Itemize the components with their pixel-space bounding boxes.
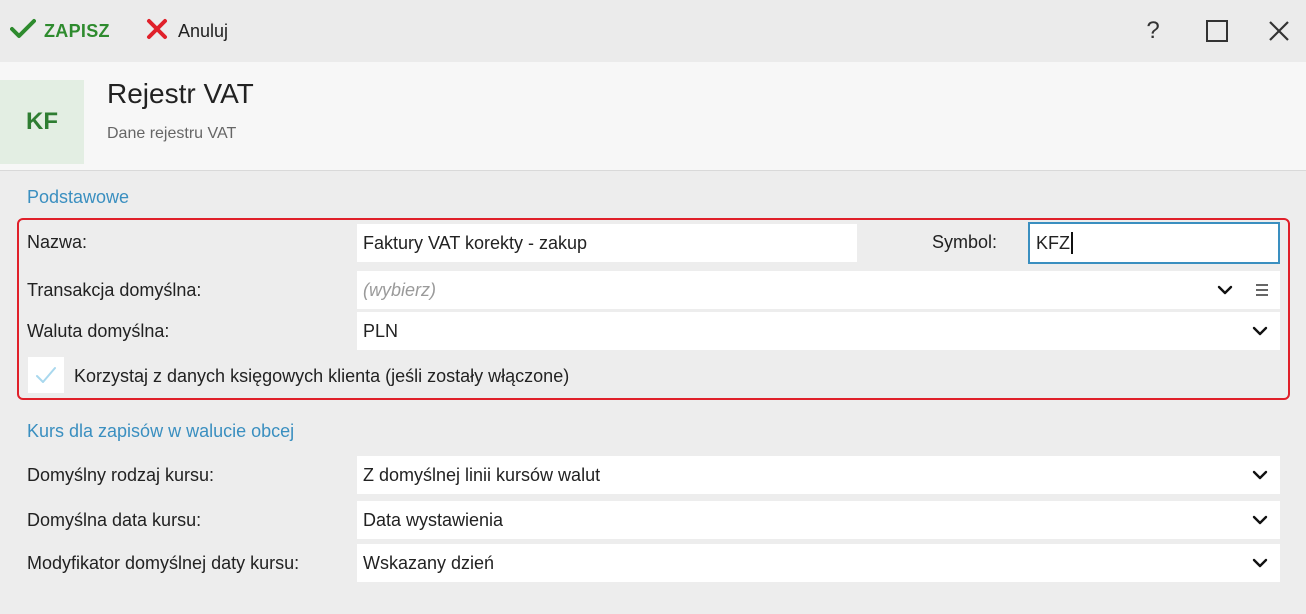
rate-type-label: Domyślny rodzaj kursu: bbox=[27, 465, 215, 485]
save-button-label: ZAPISZ bbox=[44, 20, 110, 41]
chevron-down-icon[interactable] bbox=[1250, 510, 1270, 530]
chevron-down-icon[interactable] bbox=[1250, 321, 1270, 341]
chevron-down-icon[interactable] bbox=[1250, 553, 1270, 573]
name-label: Nazwa: bbox=[27, 232, 88, 252]
chevron-down-icon[interactable] bbox=[1215, 280, 1235, 300]
checkmark-icon bbox=[36, 367, 56, 383]
close-x-icon bbox=[146, 18, 168, 45]
close-window-button[interactable] bbox=[1262, 14, 1296, 48]
currency-value: PLN bbox=[363, 320, 399, 341]
help-icon: ? bbox=[1146, 17, 1160, 44]
page-subtitle: Dane rejestru VAT bbox=[107, 125, 237, 142]
maximize-icon bbox=[1206, 20, 1228, 42]
transaction-select[interactable]: (wybierz) bbox=[357, 271, 1280, 309]
rate-date-select[interactable]: Data wystawienia bbox=[357, 501, 1280, 539]
symbol-value: KFZ bbox=[1036, 232, 1070, 253]
symbol-input[interactable]: KFZ bbox=[1028, 222, 1280, 264]
symbol-label: Symbol: bbox=[932, 232, 998, 252]
accounting-data-checkbox[interactable] bbox=[28, 357, 64, 393]
currency-label: Waluta domyślna: bbox=[27, 321, 170, 341]
rate-modifier-label: Modyfikator domyślnej daty kursu: bbox=[27, 553, 300, 573]
rate-date-value: Data wystawienia bbox=[363, 509, 504, 530]
close-icon bbox=[1269, 21, 1289, 41]
rate-modifier-select[interactable]: Wskazany dzień bbox=[357, 544, 1280, 582]
rate-type-value: Z domyślnej linii kursów walut bbox=[363, 464, 601, 485]
page-title: Rejestr VAT bbox=[107, 78, 254, 109]
cancel-button-label: Anuluj bbox=[178, 20, 229, 41]
rate-modifier-value: Wskazany dzień bbox=[363, 552, 495, 573]
section-title-rate: Kurs dla zapisów w walucie obcej bbox=[27, 421, 295, 441]
name-value: Faktury VAT korekty - zakup bbox=[363, 232, 588, 253]
list-menu-icon[interactable] bbox=[1255, 282, 1269, 298]
toolbar: ZAPISZ Anuluj ? bbox=[0, 0, 1306, 62]
cancel-button[interactable]: Anuluj bbox=[146, 14, 228, 48]
accounting-data-checkbox-label: Korzystaj z danych księgowych klienta (j… bbox=[74, 366, 570, 386]
name-input[interactable]: Faktury VAT korekty - zakup bbox=[357, 224, 857, 262]
chevron-down-icon[interactable] bbox=[1250, 465, 1270, 485]
checkmark-icon bbox=[10, 18, 36, 45]
currency-select[interactable]: PLN bbox=[357, 312, 1280, 350]
section-title-basic: Podstawowe bbox=[27, 187, 130, 207]
save-button[interactable]: ZAPISZ bbox=[10, 14, 110, 48]
maximize-button[interactable] bbox=[1200, 14, 1234, 48]
rate-date-label: Domyślna data kursu: bbox=[27, 510, 202, 530]
text-caret bbox=[1071, 232, 1073, 254]
transaction-placeholder: (wybierz) bbox=[363, 279, 437, 300]
transaction-label: Transakcja domyślna: bbox=[27, 280, 202, 300]
page-header: KF Rejestr VAT Dane rejestru VAT bbox=[0, 62, 1306, 171]
help-button[interactable]: ? bbox=[1136, 14, 1170, 48]
module-badge: KF bbox=[0, 80, 84, 164]
rate-type-select[interactable]: Z domyślnej linii kursów walut bbox=[357, 456, 1280, 494]
